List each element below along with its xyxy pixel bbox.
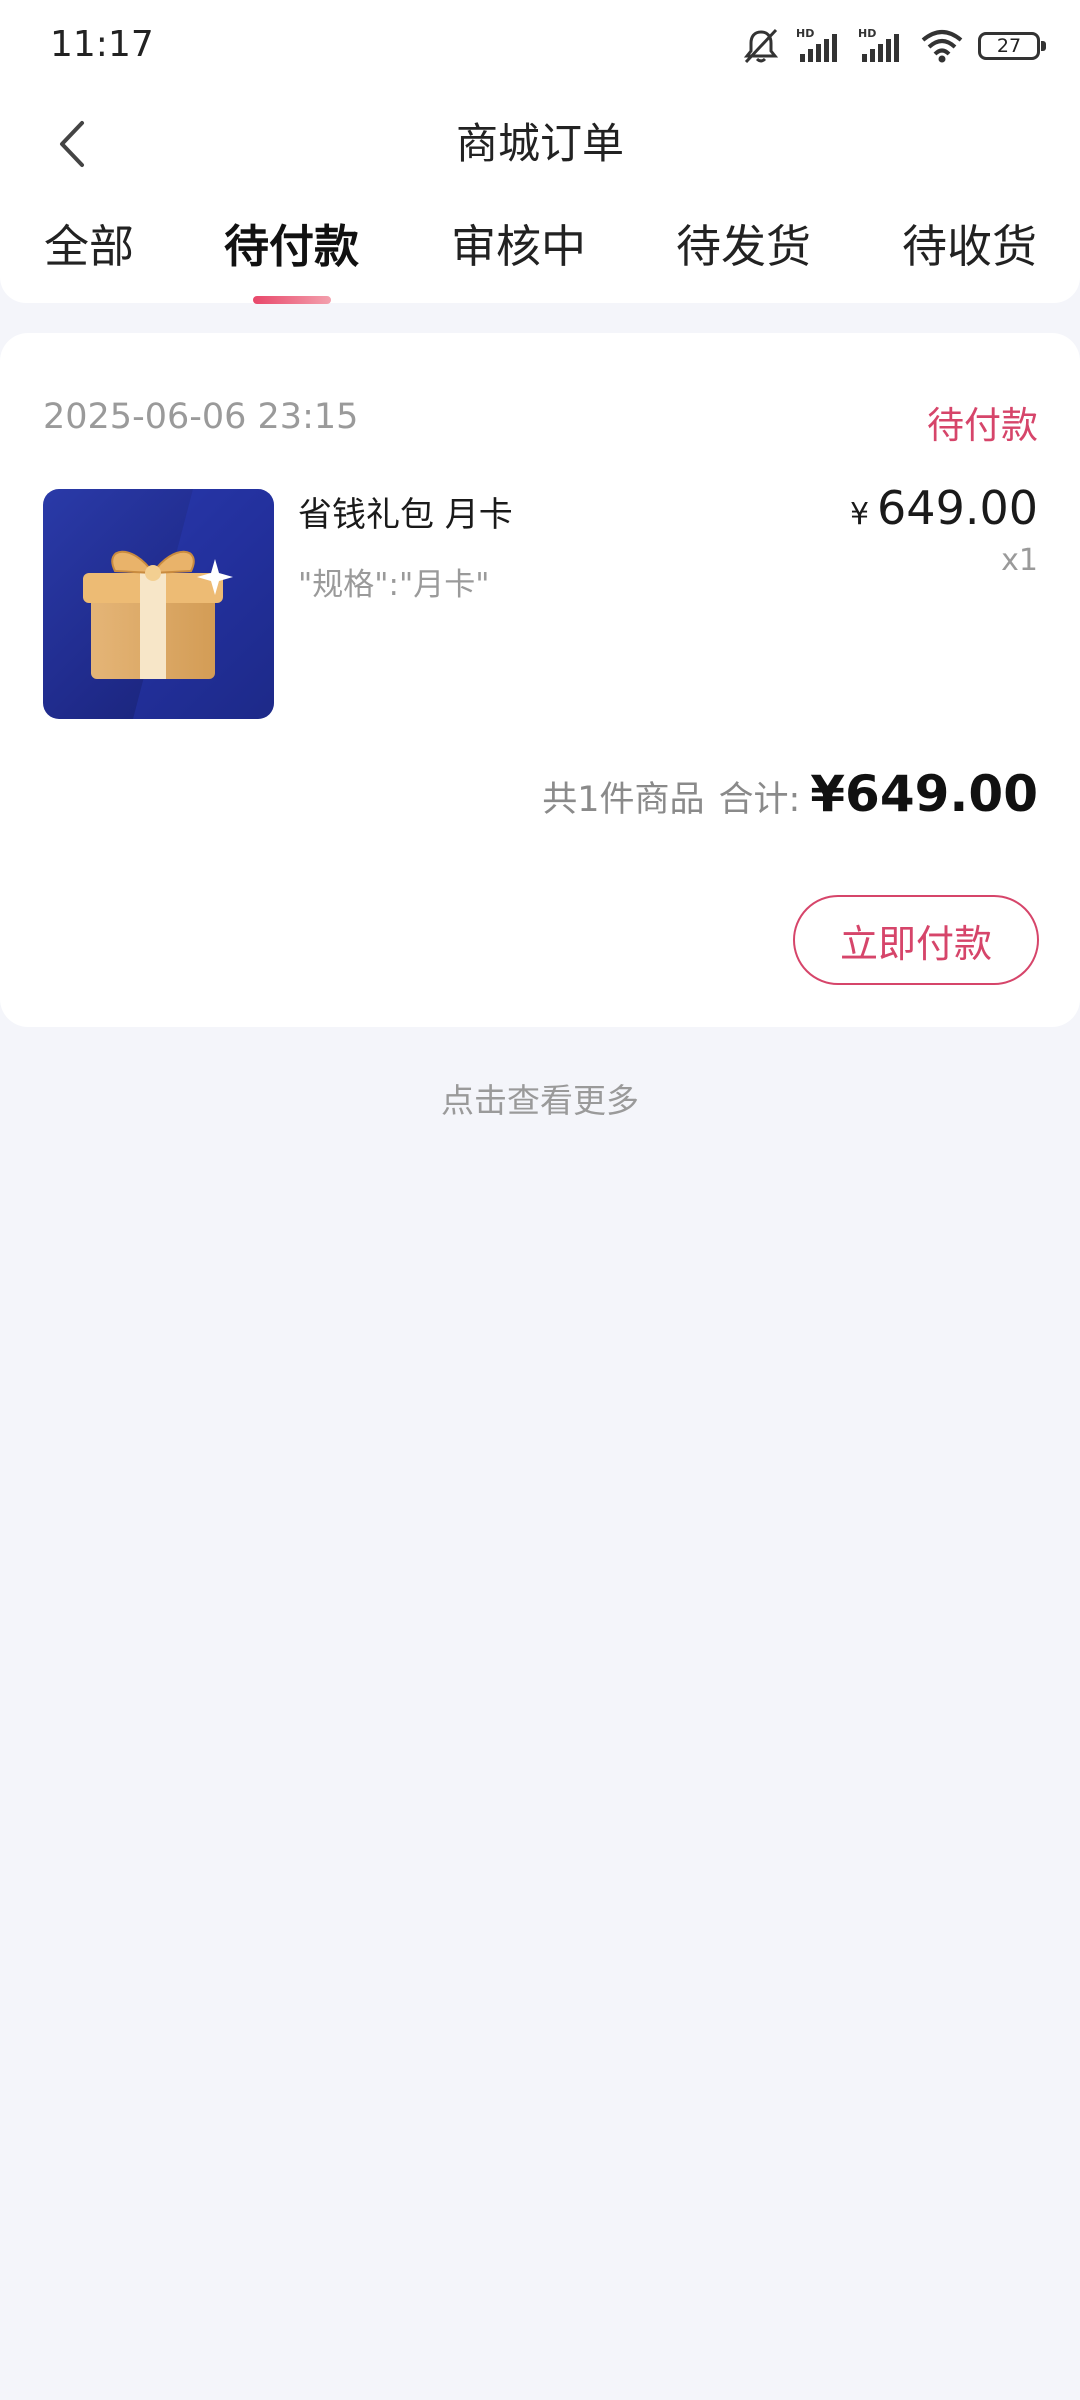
total-amount: ¥649.00 xyxy=(810,765,1038,823)
view-more-link[interactable]: 点击查看更多 xyxy=(0,1074,1080,1122)
order-time: 2025-06-06 23:15 xyxy=(43,397,359,437)
svg-text:HD: HD xyxy=(796,27,814,40)
unit-price: ¥ 649.00 xyxy=(850,481,1038,535)
pay-now-button[interactable]: 立即付款 xyxy=(793,895,1039,985)
tab-pending-receipt[interactable]: 待收货 xyxy=(902,212,1037,282)
currency-symbol: ¥ xyxy=(849,497,870,532)
tab-all[interactable]: 全部 xyxy=(44,212,134,282)
active-tab-indicator xyxy=(253,296,331,304)
quantity: x1 xyxy=(1001,543,1038,578)
battery-icon: 27 xyxy=(978,32,1046,60)
top-bar: 11:17 HD HD 27 商城订单 全部 待付款 审核中 待发货 待收货 xyxy=(0,0,1080,303)
order-status: 待付款 xyxy=(927,404,1038,447)
signal-hd-icon-1: HD xyxy=(796,26,844,66)
svg-text:HD: HD xyxy=(858,27,876,40)
total-label: 合计: xyxy=(718,780,801,820)
status-icons: HD HD 27 xyxy=(740,22,1046,70)
signal-hd-icon-2: HD xyxy=(858,26,906,66)
gift-icon xyxy=(83,489,274,719)
price-value: 649.00 xyxy=(877,481,1038,535)
tab-under-review[interactable]: 审核中 xyxy=(451,212,586,282)
item-count: 共1件商品 xyxy=(542,780,705,820)
tab-pending-shipment[interactable]: 待发货 xyxy=(676,212,811,282)
order-summary: 共1件商品 合计: ¥649.00 xyxy=(542,765,1038,823)
product-image[interactable] xyxy=(43,489,274,719)
mute-icon xyxy=(740,26,782,66)
wifi-icon xyxy=(920,28,964,64)
order-card[interactable]: 2025-06-06 23:15 待付款 省钱礼包 月卡 "规格":"月卡" ¥… xyxy=(0,333,1080,1027)
product-name[interactable]: 省钱礼包 月卡 xyxy=(298,487,513,536)
page-title: 商城订单 xyxy=(455,119,624,168)
order-tabs: 全部 待付款 审核中 待发货 待收货 xyxy=(0,212,1080,282)
tab-pending-payment[interactable]: 待付款 xyxy=(224,212,359,282)
status-time: 11:17 xyxy=(50,24,154,65)
battery-level: 27 xyxy=(996,35,1022,57)
product-spec: "规格":"月卡" xyxy=(298,567,490,603)
